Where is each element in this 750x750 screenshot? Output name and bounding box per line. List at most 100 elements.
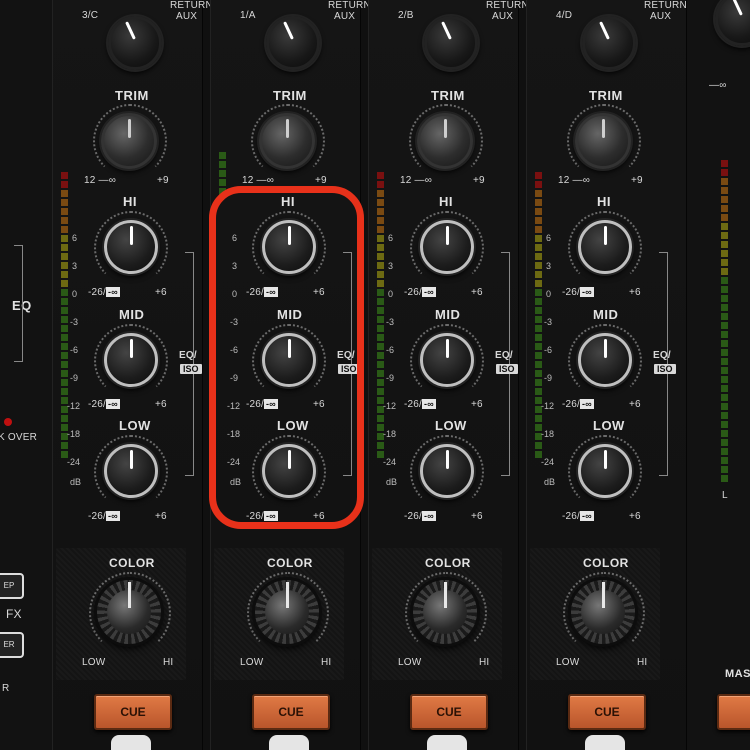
return-label: RETURN	[170, 0, 213, 11]
channel-3: 2/B RETURN AUX TRIM 12 —∞ +9 6 3 0 -3 -6…	[368, 0, 529, 750]
scale-minus18: -18	[383, 429, 397, 439]
trim-knob[interactable]	[101, 113, 157, 169]
master-cue-button[interactable]	[717, 694, 750, 730]
scale-db: dB	[70, 477, 82, 487]
scale-minus24: -24	[541, 457, 555, 467]
eq-hi-min: -26/-∞	[88, 287, 120, 298]
scale-6: 6	[72, 233, 78, 243]
eq-low-knob[interactable]	[420, 444, 474, 498]
eq-mid-min: -26/-∞	[562, 399, 594, 410]
eq-low-min: -26/-∞	[562, 511, 594, 522]
eq-mid-label: MID	[119, 307, 145, 322]
color-label: COLOR	[425, 556, 471, 570]
eq-iso-label: EQ/	[495, 350, 513, 361]
input-select-knob[interactable]	[582, 16, 636, 70]
color-low-label: LOW	[398, 657, 422, 668]
color-label: COLOR	[267, 556, 313, 570]
input-select-knob[interactable]	[424, 16, 478, 70]
eq-mid-max: +6	[471, 399, 483, 410]
master-level-knob[interactable]	[715, 0, 750, 46]
scale-minus3: -3	[386, 317, 395, 327]
scale-6: 6	[546, 233, 552, 243]
trim-min-label: 12 —∞	[558, 175, 591, 186]
color-low-label: LOW	[82, 657, 106, 668]
eq-hi-knob[interactable]	[578, 220, 632, 274]
eq-mid-knob[interactable]	[104, 333, 158, 387]
trim-knob[interactable]	[417, 113, 473, 169]
scale-minus18: -18	[541, 429, 555, 439]
eq-hi-knob[interactable]	[420, 220, 474, 274]
eq-low-knob[interactable]	[578, 444, 632, 498]
eq-low-min: -26/-∞	[88, 511, 120, 522]
return-label: RETURN	[644, 0, 687, 11]
crossover-label: K OVER	[0, 432, 37, 443]
scale-3: 3	[72, 261, 78, 271]
eq-low-max: +6	[471, 511, 483, 522]
color-label: COLOR	[583, 556, 629, 570]
iso-badge: ISO	[654, 364, 676, 374]
eq-mid-max: +6	[629, 399, 641, 410]
trim-label: TRIM	[273, 88, 307, 103]
cue-button[interactable]: CUE	[410, 694, 488, 730]
iso-badge: ISO	[180, 364, 202, 374]
eq-hi-max: +6	[629, 287, 641, 298]
trim-min-label: 12 —∞	[400, 175, 433, 186]
left-partial-strip: EQ K OVER EP FX ER R	[0, 0, 53, 750]
eq-hi-max: +6	[155, 287, 167, 298]
cue-button[interactable]: CUE	[568, 694, 646, 730]
eq-hi-min: -26/-∞	[562, 287, 594, 298]
scale-minus9: -9	[70, 373, 79, 383]
trim-max-label: +9	[315, 175, 327, 186]
return-label: RETURN	[328, 0, 371, 11]
trim-min-label: 12 —∞	[84, 175, 117, 186]
color-hi-label: HI	[321, 657, 332, 668]
eq-mid-max: +6	[155, 399, 167, 410]
color-knob[interactable]	[97, 580, 161, 644]
cue-button[interactable]: CUE	[252, 694, 330, 730]
color-hi-label: HI	[479, 657, 490, 668]
eq-iso-label: EQ/	[179, 350, 197, 361]
scale-0: 0	[388, 289, 394, 299]
trim-knob[interactable]	[575, 113, 631, 169]
eq-mid-knob[interactable]	[578, 333, 632, 387]
master-label: MAS	[725, 668, 750, 680]
trim-label: TRIM	[589, 88, 623, 103]
trim-knob[interactable]	[259, 113, 315, 169]
color-hi-label: HI	[637, 657, 648, 668]
eq-hi-label: HI	[123, 194, 137, 209]
scale-minus6: -6	[544, 345, 553, 355]
scale-0: 0	[72, 289, 78, 299]
left-button-ep[interactable]: EP	[0, 573, 24, 599]
scale-minus24: -24	[383, 457, 397, 467]
scale-minus3: -3	[70, 317, 79, 327]
crossover-indicator	[4, 418, 12, 426]
color-knob[interactable]	[255, 580, 319, 644]
iso-badge: ISO	[496, 364, 518, 374]
scale-3: 3	[546, 261, 552, 271]
eq-mid-knob[interactable]	[420, 333, 474, 387]
trim-label: TRIM	[431, 88, 465, 103]
eq-low-label: LOW	[119, 418, 151, 433]
left-button-er[interactable]: ER	[0, 632, 24, 658]
cue-button[interactable]: CUE	[94, 694, 172, 730]
scale-minus18: -18	[67, 429, 81, 439]
channel-number-badge	[269, 735, 309, 750]
aux-label: AUX	[176, 11, 198, 22]
aux-label: AUX	[650, 11, 672, 22]
scale-6: 6	[388, 233, 394, 243]
color-knob[interactable]	[571, 580, 635, 644]
trim-max-label: +9	[473, 175, 485, 186]
scale-minus3: -3	[544, 317, 553, 327]
color-low-label: LOW	[556, 657, 580, 668]
level-meter	[61, 172, 68, 460]
input-select-knob[interactable]	[266, 16, 320, 70]
fx-label: FX	[6, 607, 22, 621]
eq-hi-knob[interactable]	[104, 220, 158, 274]
color-knob[interactable]	[413, 580, 477, 644]
eq-low-knob[interactable]	[104, 444, 158, 498]
input-select-label: 2/B	[398, 10, 414, 21]
eq-hi-max: +6	[471, 287, 483, 298]
input-select-knob[interactable]	[108, 16, 162, 70]
scale-0: 0	[546, 289, 552, 299]
color-label: COLOR	[109, 556, 155, 570]
